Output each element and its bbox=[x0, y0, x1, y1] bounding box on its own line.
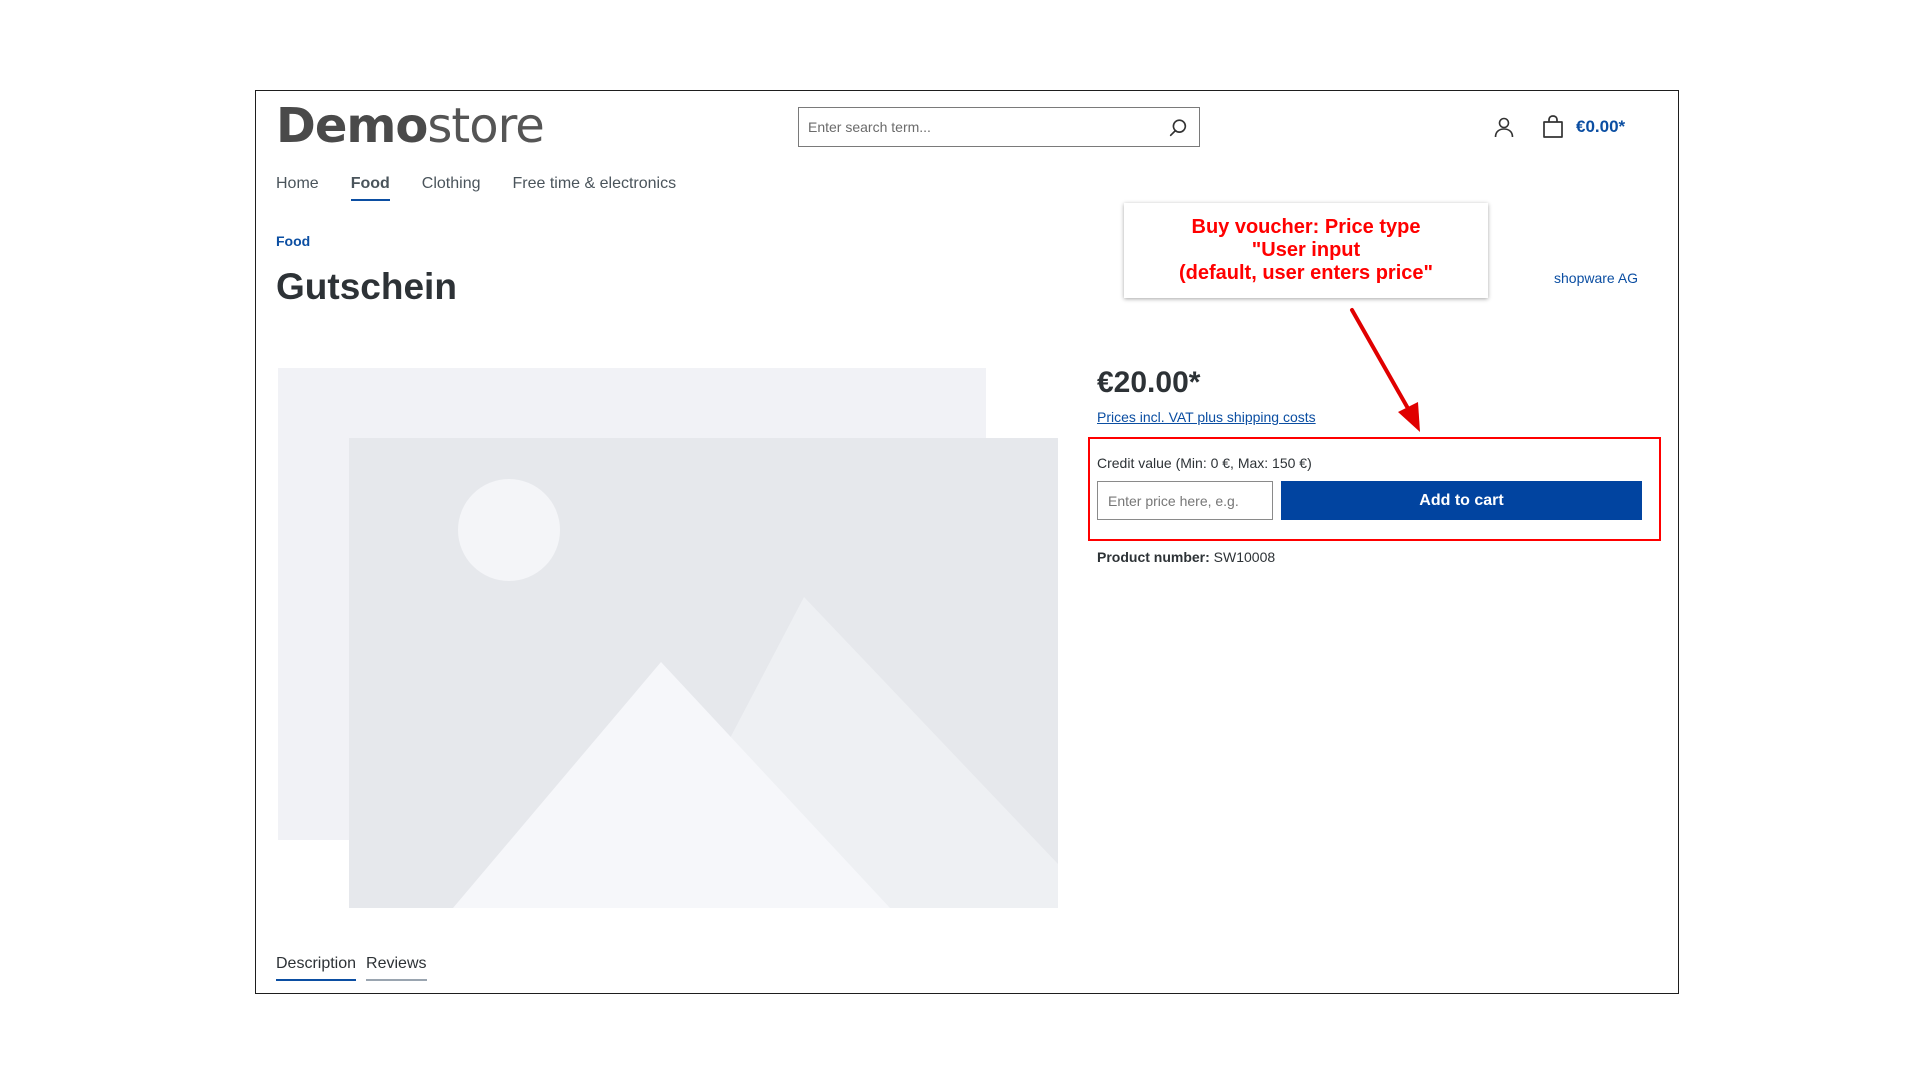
breadcrumb[interactable]: Food bbox=[276, 233, 310, 249]
tab-description[interactable]: Description bbox=[276, 955, 357, 981]
logo-bold-text: Demo bbox=[276, 98, 428, 154]
account-icon[interactable] bbox=[1492, 115, 1516, 139]
store-logo[interactable]: Demostore bbox=[276, 98, 545, 154]
nav-item-free-time-electronics[interactable]: Free time & electronics bbox=[512, 175, 676, 201]
annotation-text: Buy voucher: Price type "User input (def… bbox=[1178, 216, 1433, 284]
search-bar bbox=[798, 107, 1200, 147]
credit-value-label: Credit value (Min: 0 €, Max: 150 €) bbox=[1097, 455, 1312, 471]
product-title: Gutschein bbox=[276, 266, 457, 307]
nav-item-clothing[interactable]: Clothing bbox=[422, 175, 481, 201]
nav-item-food[interactable]: Food bbox=[350, 175, 390, 201]
tab-reviews[interactable]: Reviews bbox=[366, 955, 427, 981]
cart-icon[interactable] bbox=[1540, 114, 1566, 140]
product-number: Product number: SW10008 bbox=[1097, 549, 1275, 565]
annotation-arrow bbox=[1350, 308, 1420, 432]
add-to-cart-button[interactable]: Add to cart bbox=[1281, 481, 1642, 520]
search-icon[interactable] bbox=[1167, 117, 1189, 139]
nav-item-home[interactable]: Home bbox=[276, 175, 319, 201]
product-image-placeholder[interactable] bbox=[278, 368, 1058, 908]
product-tabs: Description Reviews bbox=[276, 955, 427, 981]
price-note-link[interactable]: Prices incl. VAT plus shipping costs bbox=[1097, 409, 1316, 425]
logo-light-text: store bbox=[427, 98, 544, 154]
manufacturer-link[interactable]: shopware AG bbox=[1554, 270, 1638, 286]
product-price: €20.00* bbox=[1097, 366, 1201, 399]
search-input[interactable] bbox=[799, 108, 1158, 146]
cart-total[interactable]: €0.00* bbox=[1576, 117, 1625, 137]
product-number-label: Product number: bbox=[1097, 549, 1210, 565]
product-number-value: SW10008 bbox=[1213, 549, 1276, 565]
main-navigation: Home Food Clothing Free time & electroni… bbox=[276, 175, 676, 201]
annotation-callout: Buy voucher: Price type "User input (def… bbox=[1124, 203, 1488, 298]
price-input[interactable] bbox=[1097, 481, 1273, 520]
